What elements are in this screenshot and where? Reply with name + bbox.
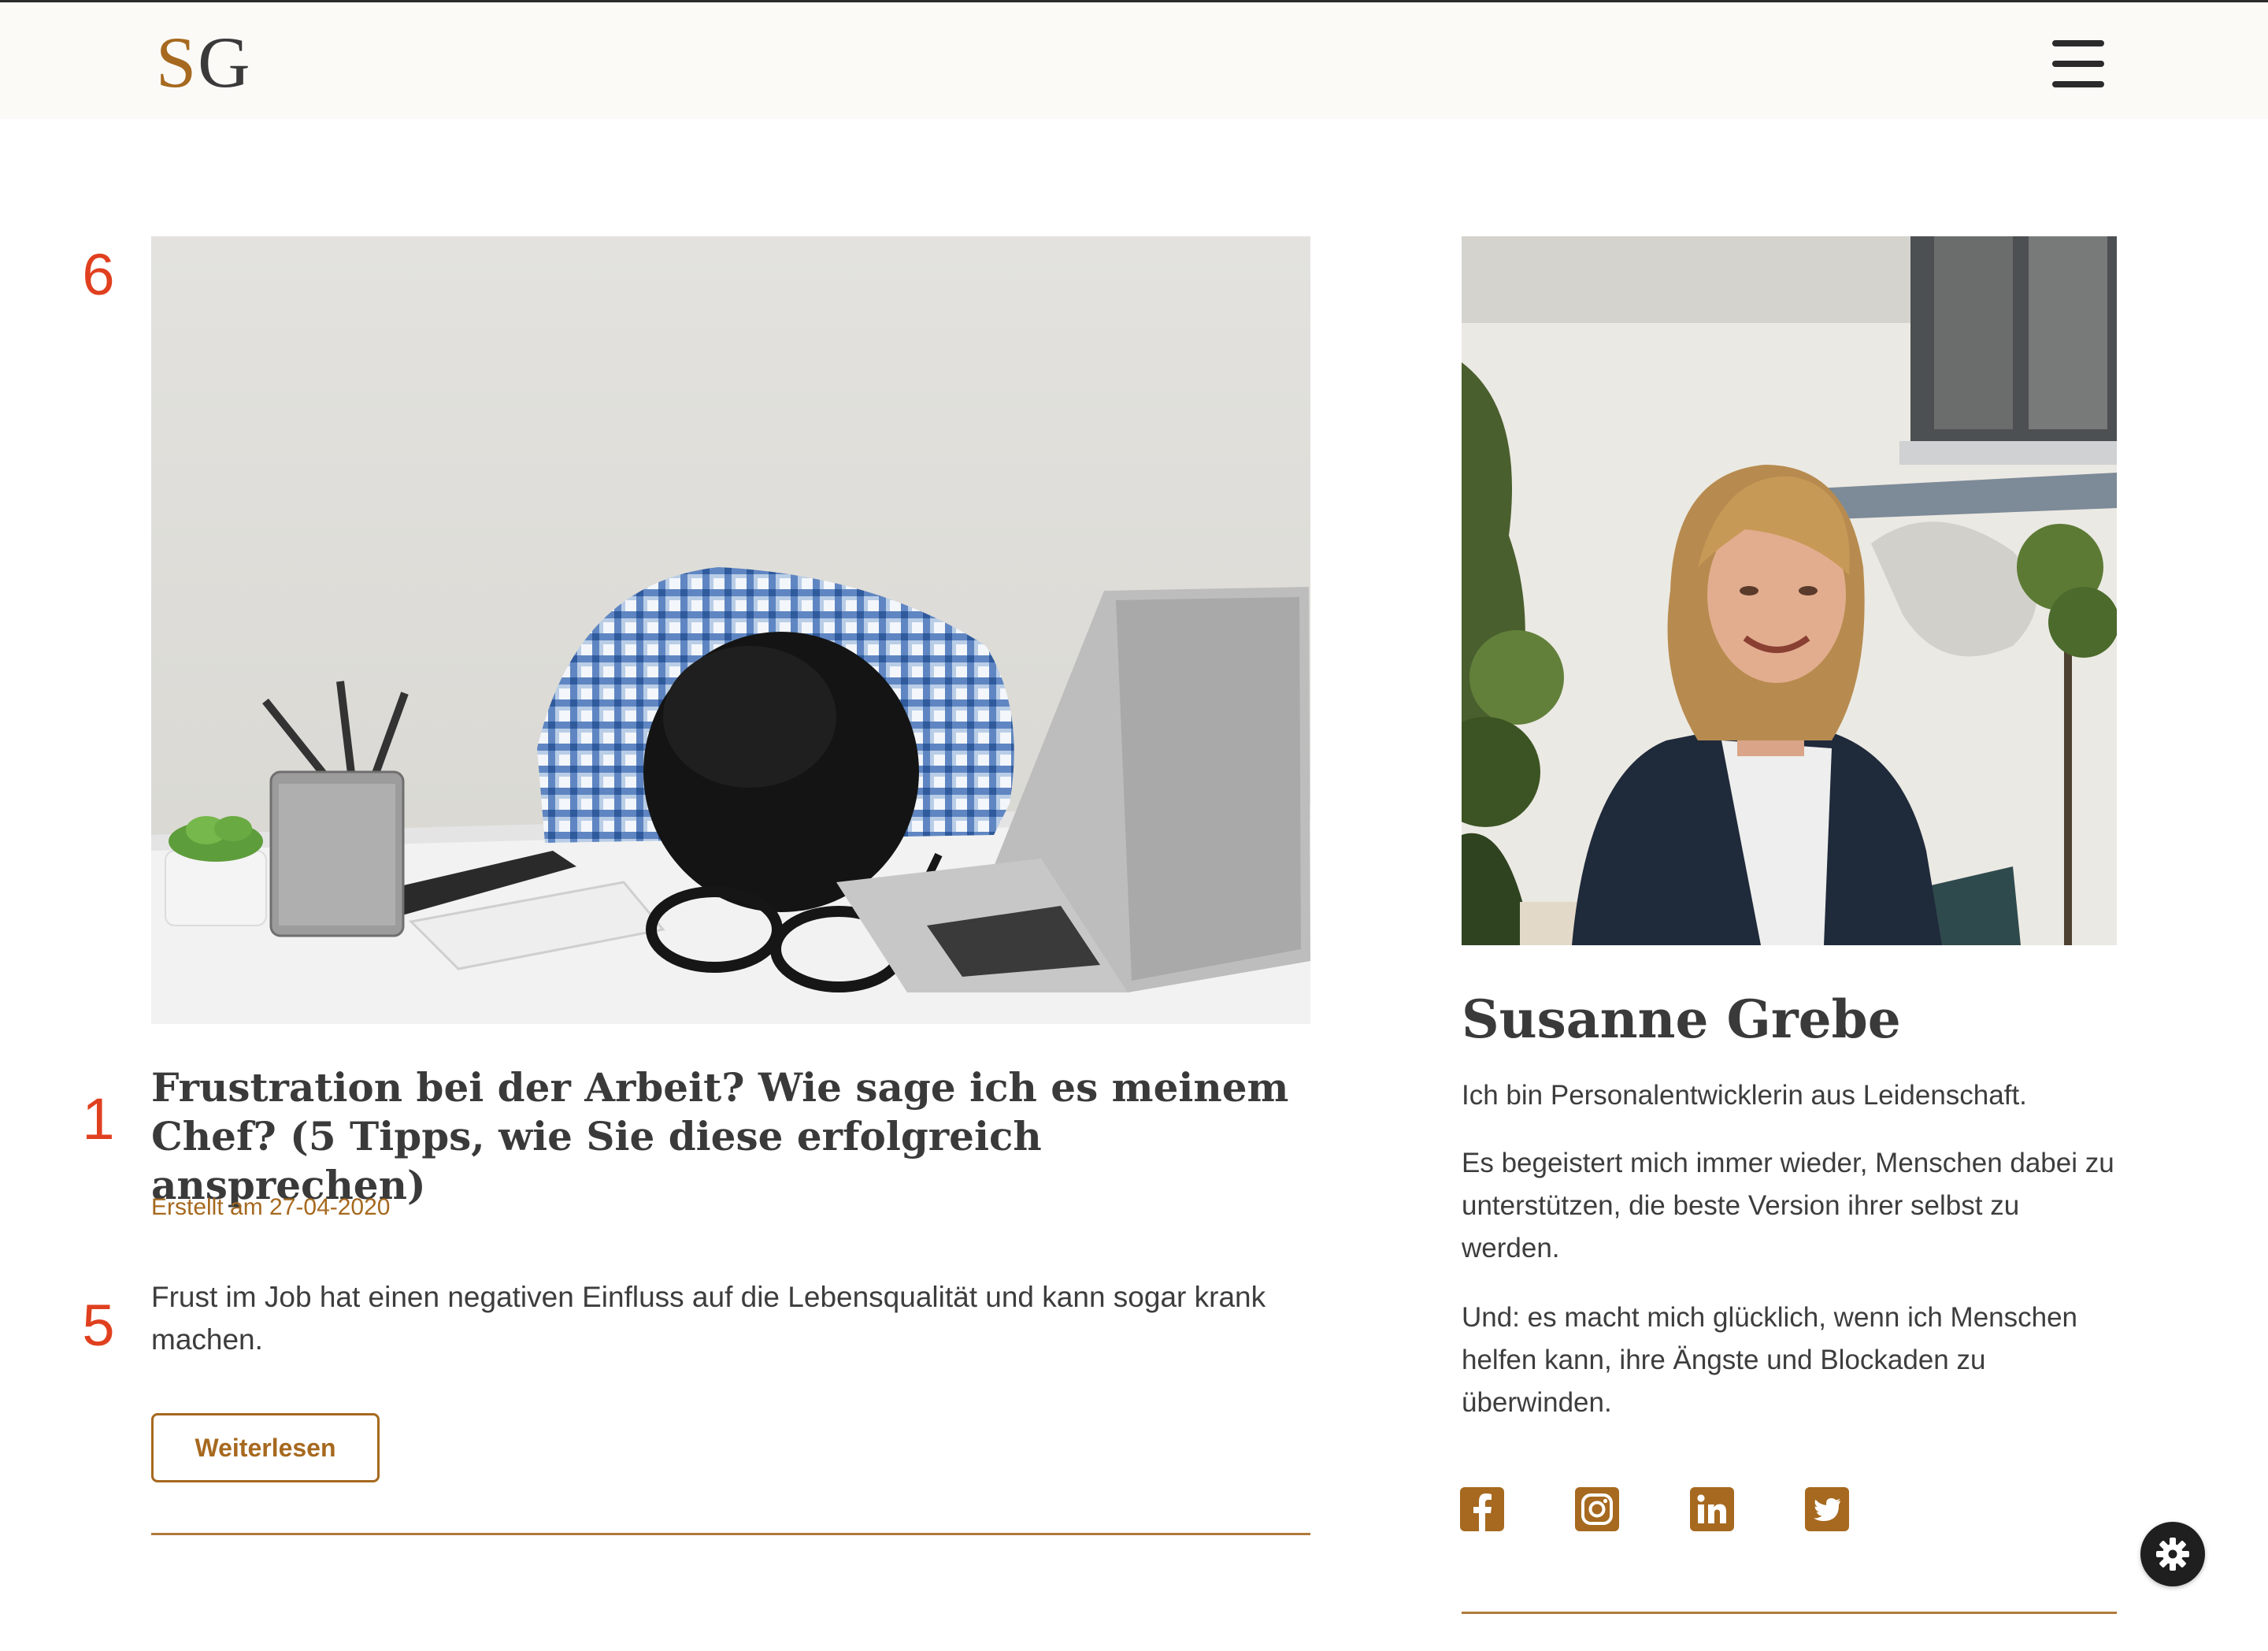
site-header: SG — [0, 2, 2268, 119]
article-divider — [151, 1533, 1310, 1535]
bio-paragraph: Es begeistert mich immer wieder, Mensche… — [1462, 1148, 2114, 1263]
hamburger-menu-icon[interactable] — [2052, 40, 2104, 87]
article-excerpt: Frust im Job hat einen negativen Einflus… — [151, 1281, 1266, 1356]
linkedin-icon[interactable] — [1690, 1487, 1734, 1531]
read-more-button[interactable]: Weiterlesen — [151, 1413, 380, 1482]
annotation-marker-title: 1 — [82, 1086, 115, 1152]
bio-paragraph: Ich bin Personalentwicklerin aus Leidens… — [1462, 1080, 2027, 1111]
logo-letter-g: G — [198, 22, 252, 102]
logo-letter-s: S — [156, 22, 198, 102]
annotation-marker-image: 6 — [82, 242, 115, 307]
author-portrait — [1462, 236, 2117, 945]
article-title[interactable]: Frustration bei der Arbeit? Wie sage ich… — [151, 1063, 1310, 1210]
sidebar-divider — [1462, 1612, 2117, 1614]
article-date: Erstellt am 27-04-2020 — [151, 1194, 391, 1220]
instagram-icon[interactable] — [1575, 1487, 1619, 1531]
author-name: Susanne Grebe — [1462, 989, 1901, 1050]
gear-icon[interactable] — [2140, 1522, 2205, 1586]
article-image[interactable] — [151, 236, 1310, 1024]
annotation-marker-excerpt: 5 — [82, 1293, 115, 1358]
bio-paragraph: Und: es macht mich glücklich, wenn ich M… — [1462, 1302, 2078, 1418]
facebook-icon[interactable] — [1460, 1487, 1504, 1531]
site-logo[interactable]: SG — [156, 26, 252, 98]
twitter-icon[interactable] — [1805, 1487, 1849, 1531]
